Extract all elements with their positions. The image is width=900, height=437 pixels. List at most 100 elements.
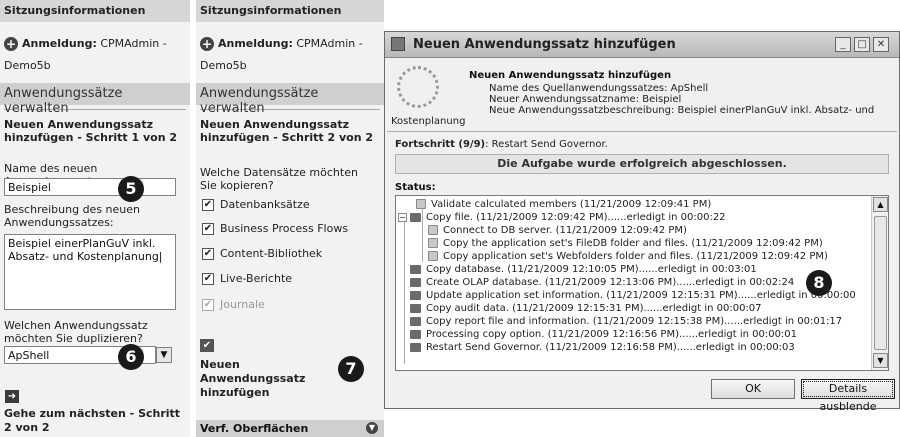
checkbox-business-process-flows[interactable]: ✔ Business Process Flows bbox=[202, 222, 348, 235]
tree-line bbox=[404, 214, 405, 364]
vertical-scrollbar[interactable]: ▲ ▼ bbox=[871, 196, 888, 370]
book-icon bbox=[410, 303, 421, 313]
checkbox-icon[interactable]: ✔ bbox=[202, 199, 214, 211]
status-text: Copy audit data. (11/21/2009 12:15:31 PM… bbox=[426, 303, 762, 314]
dialog-title: Neuen Anwendungssatz hinzufügen bbox=[413, 37, 676, 52]
plus-icon[interactable]: + bbox=[200, 37, 214, 51]
status-text: Copy database. (11/21/2009 12:10:05 PM).… bbox=[426, 264, 757, 275]
book-icon bbox=[410, 212, 421, 222]
status-row: Update application set information. (11/… bbox=[410, 290, 856, 301]
status-row: Copy report file and information. (11/21… bbox=[410, 316, 842, 327]
status-row: Create OLAP database. (11/21/2009 12:13:… bbox=[410, 277, 794, 288]
login-label: Anmeldung: bbox=[22, 37, 97, 50]
copy-question-label: Welche Datensätze möchten Sie kopieren? bbox=[200, 166, 358, 192]
checkbox-label: Live-Berichte bbox=[220, 272, 293, 285]
checkbox-icon[interactable]: ✔ bbox=[202, 223, 214, 235]
tree-line bbox=[422, 202, 423, 262]
step1-panel: Sitzungsinformationen + Anmeldung: CPMAdm… bbox=[0, 0, 190, 437]
progress-label: Fortschritt (9/9) bbox=[395, 139, 486, 150]
info-heading: Neuen Anwendungssatz hinzufügen bbox=[469, 70, 672, 81]
appset-description-textarea[interactable]: Beispiel einerPlanGuV inkl. Absatz- und … bbox=[4, 234, 176, 310]
status-row: Processing copy option. (11/21/2009 12:1… bbox=[410, 329, 797, 340]
status-tree[interactable]: Validate calculated members (11/21/2009 … bbox=[395, 195, 889, 371]
status-row: − Copy file. (11/21/2009 12:09:42 PM)....… bbox=[398, 212, 726, 223]
step2-panel: Sitzungsinformationen + Anmeldung: CPMAdm… bbox=[196, 0, 384, 437]
app-icon bbox=[391, 37, 405, 51]
progress-spinner-icon bbox=[397, 66, 439, 108]
progress-step: : Restart Send Governor. bbox=[485, 139, 608, 150]
checkbox-label: Business Process Flows bbox=[220, 222, 349, 235]
book-icon bbox=[410, 329, 421, 339]
progress-dialog: Neuen Anwendungssatz hinzufügen _ □ ✕ Ne… bbox=[384, 31, 900, 413]
status-row: Copy application set's Webfolders folder… bbox=[428, 251, 828, 262]
scroll-down-icon[interactable]: ▼ bbox=[873, 353, 888, 368]
chevron-down-icon[interactable]: ▼ bbox=[156, 347, 172, 363]
login-label: Anmeldung: bbox=[218, 37, 293, 50]
status-row: Connect to DB server. (11/21/2009 12:09:… bbox=[428, 225, 687, 236]
separator bbox=[387, 131, 897, 132]
add-appset-link[interactable]: Neuen Anwendungssatz hinzufügen bbox=[196, 358, 336, 400]
document-icon bbox=[428, 225, 438, 235]
chevron-down-icon[interactable]: ▼ bbox=[366, 422, 378, 434]
checkbox-icon[interactable]: ✔ bbox=[202, 248, 214, 260]
login-info: + Anmeldung: CPMAdmin - Demo5b bbox=[196, 22, 384, 77]
book-icon bbox=[410, 342, 421, 352]
scroll-thumb[interactable] bbox=[874, 216, 887, 350]
info-new-name: Neuer Anwendungssatzname: Beispiel bbox=[489, 94, 682, 105]
login-user: CPMAdmin - bbox=[100, 37, 167, 50]
close-icon[interactable]: ✕ bbox=[873, 37, 889, 52]
scroll-up-icon[interactable]: ▲ bbox=[873, 197, 888, 212]
checkbox-journals: ✔ Journale bbox=[202, 298, 265, 311]
document-icon bbox=[416, 199, 426, 209]
session-info-header: Sitzungsinformationen bbox=[0, 0, 190, 22]
checkbox-label: Datenbanksätze bbox=[220, 198, 310, 211]
duplicate-label: Welchen Anwendungssatz möchten Sie dupli… bbox=[4, 319, 148, 345]
status-text: Update application set information. (11/… bbox=[426, 290, 856, 301]
status-text: Copy the application set's FileDB folder… bbox=[443, 238, 823, 249]
login-user: CPMAdmin - bbox=[296, 37, 363, 50]
status-text: Processing copy option. (11/21/2009 12:1… bbox=[426, 329, 798, 340]
book-icon bbox=[410, 290, 421, 300]
status-text: Copy application set's Webfolders folder… bbox=[443, 251, 828, 262]
checkbox-live-reports[interactable]: ✔ Live-Berichte bbox=[202, 272, 292, 285]
status-text: Copy report file and information. (11/21… bbox=[426, 316, 843, 327]
status-label: Status: bbox=[395, 182, 436, 193]
checkbox-icon: ✔ bbox=[202, 299, 214, 311]
checkbox-icon[interactable]: ✔ bbox=[202, 273, 214, 285]
check-icon[interactable]: ✔ bbox=[200, 339, 214, 352]
document-icon bbox=[428, 238, 438, 248]
status-row: Copy database. (11/21/2009 12:10:05 PM).… bbox=[410, 264, 757, 275]
manage-appsets-header: Anwendungssätze verwalten bbox=[196, 83, 384, 116]
status-row: Copy audit data. (11/21/2009 12:15:31 PM… bbox=[410, 303, 762, 314]
checkbox-content-library[interactable]: ✔ Content-Bibliothek bbox=[202, 247, 322, 260]
status-text: Connect to DB server. (11/21/2009 12:09:… bbox=[443, 225, 687, 236]
progress-text: Fortschritt (9/9): Restart Send Governor… bbox=[395, 139, 608, 150]
checkbox-databases[interactable]: ✔ Datenbanksätze bbox=[202, 198, 310, 211]
book-icon bbox=[410, 264, 421, 274]
info-source: Name des Quellanwendungssatzes: ApShell bbox=[489, 83, 709, 94]
login-host: Demo5b bbox=[4, 59, 51, 72]
arrow-right-icon[interactable]: ➜ bbox=[5, 390, 19, 403]
plus-icon[interactable]: + bbox=[4, 37, 18, 51]
callout-6: 6 bbox=[118, 344, 144, 370]
maximize-icon[interactable]: □ bbox=[854, 37, 870, 52]
ok-button[interactable]: OK bbox=[711, 379, 795, 399]
callout-5: 5 bbox=[118, 176, 144, 202]
footer-label: Verf. Oberflächen bbox=[200, 422, 309, 435]
collapse-icon[interactable]: − bbox=[398, 212, 407, 222]
callout-8: 8 bbox=[806, 270, 832, 296]
dialog-titlebar[interactable]: Neuen Anwendungssatz hinzufügen _ □ ✕ bbox=[385, 32, 899, 58]
status-text: Copy file. (11/21/2009 12:09:42 PM).....… bbox=[426, 212, 726, 223]
hide-details-button[interactable]: Details ausblende bbox=[801, 379, 895, 413]
login-info: + Anmeldung: CPMAdmin - Demo5b bbox=[0, 22, 190, 77]
minimize-icon[interactable]: _ bbox=[835, 37, 851, 52]
completion-message: Die Aufgabe wurde erfolgreich abgeschlos… bbox=[395, 154, 889, 174]
checkbox-label: Journale bbox=[220, 298, 265, 311]
status-text: Validate calculated members (11/21/2009 … bbox=[431, 199, 712, 210]
book-icon bbox=[410, 316, 421, 326]
appset-name-input[interactable]: Beispiel bbox=[4, 178, 176, 196]
next-step-link[interactable]: Gehe zum nächsten - Schritt 2 von 2 bbox=[0, 407, 190, 435]
interfaces-footer[interactable]: Verf. Oberflächen ▼ bbox=[196, 420, 384, 437]
info-description: Neue Anwendungssatzbeschreibung: Beispie… bbox=[489, 105, 875, 116]
session-info-header: Sitzungsinformationen bbox=[196, 0, 384, 22]
